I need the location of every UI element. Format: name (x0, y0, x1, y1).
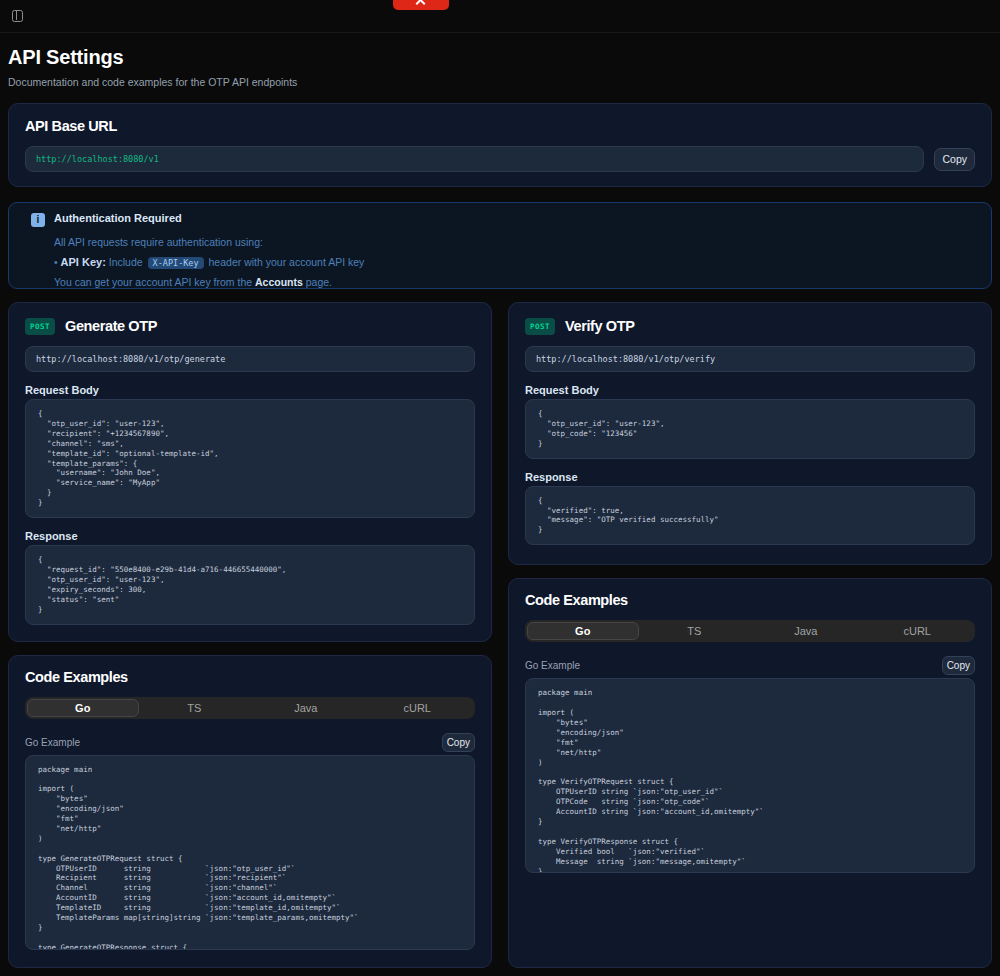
code-examples-title-right: Code Examples (525, 593, 975, 608)
code-examples-card-generate: Code Examples Go TS Java cURL Go Example… (8, 655, 492, 969)
auth-note-title: Authentication Required (54, 213, 364, 224)
tab-curl-right[interactable]: cURL (862, 622, 974, 640)
tab-ts-right[interactable]: TS (639, 622, 751, 640)
tab-go-right[interactable]: Go (527, 622, 639, 640)
code-examples-title: Code Examples (25, 670, 475, 685)
go-example-code-verify: package main import ( "bytes" "encoding/… (525, 678, 975, 873)
generate-otp-title: Generate OTP (65, 319, 157, 334)
code-copy-button-right[interactable]: Copy (942, 656, 975, 675)
tab-java[interactable]: Java (250, 699, 362, 717)
code-copy-button[interactable]: Copy (442, 733, 475, 752)
stop-share-button[interactable] (393, 0, 449, 10)
auth-note-bullet-pre: Include (109, 256, 143, 268)
verify-otp-url[interactable]: http://localhost:8080/v1/otp/verify (525, 346, 975, 372)
info-icon: i (31, 213, 45, 227)
auth-required-note: i Authentication Required All API reques… (8, 202, 992, 289)
base-url-copy-button[interactable]: Copy (934, 148, 975, 171)
generate-response-body: { "request_id": "550e8400-e29b-41d4-a716… (25, 545, 475, 624)
x-api-key-chip: X-API-Key (148, 257, 204, 269)
auth-note-footer: You can get your account API key from th… (54, 277, 364, 288)
right-column: POST Verify OTP http://localhost:8080/v1… (508, 302, 992, 968)
tab-java-right[interactable]: Java (750, 622, 862, 640)
language-tabs: Go TS Java cURL (25, 697, 475, 719)
auth-note-bullet-label: API Key: (61, 256, 106, 268)
generate-otp-url[interactable]: http://localhost:8080/v1/otp/generate (25, 346, 475, 372)
api-base-url-card: API Base URL http://localhost:8080/v1 Co… (8, 103, 992, 187)
tab-go[interactable]: Go (27, 699, 139, 717)
go-example-label-right: Go Example (525, 660, 580, 671)
page-title: API Settings (8, 46, 992, 69)
post-badge: POST (25, 318, 55, 335)
go-example-code-generate: package main import ( "bytes" "encoding/… (25, 755, 475, 950)
verify-request-label: Request Body (525, 384, 975, 396)
auth-note-line1: All API requests require authentication … (54, 237, 364, 248)
base-url-title: API Base URL (25, 119, 975, 134)
page-content: API Settings Documentation and code exam… (0, 46, 1000, 968)
left-column: POST Generate OTP http://localhost:8080/… (8, 302, 492, 968)
tab-curl[interactable]: cURL (362, 699, 474, 717)
page-subtitle: Documentation and code examples for the … (8, 76, 992, 88)
language-tabs-right: Go TS Java cURL (525, 620, 975, 642)
base-url-value[interactable]: http://localhost:8080/v1 (25, 146, 924, 172)
code-examples-card-verify: Code Examples Go TS Java cURL Go Example… (508, 578, 992, 968)
generate-otp-card: POST Generate OTP http://localhost:8080/… (8, 302, 492, 642)
sidebar-toggle-icon[interactable] (12, 10, 23, 22)
verify-request-body: { "otp_user_id": "user-123", "otp_code":… (525, 399, 975, 459)
go-example-label: Go Example (25, 737, 80, 748)
auth-note-footer-post: page. (306, 276, 332, 288)
generate-response-label: Response (25, 530, 475, 542)
accounts-link[interactable]: Accounts (255, 276, 303, 288)
verify-otp-title: Verify OTP (565, 319, 634, 334)
generate-request-body: { "otp_user_id": "user-123", "recipient"… (25, 399, 475, 518)
verify-otp-card: POST Verify OTP http://localhost:8080/v1… (508, 302, 992, 565)
topbar (0, 0, 1000, 33)
tab-ts[interactable]: TS (139, 699, 251, 717)
verify-response-label: Response (525, 471, 975, 483)
post-badge: POST (525, 318, 555, 335)
verify-response-body: { "verified": true, "message": "OTP veri… (525, 486, 975, 546)
auth-note-bullet-post: header with your account API key (209, 256, 365, 268)
auth-note-bullet: • API Key: Include X-API-Key header with… (54, 257, 364, 269)
auth-note-footer-pre: You can get your account API key from th… (54, 276, 252, 288)
generate-request-label: Request Body (25, 384, 475, 396)
